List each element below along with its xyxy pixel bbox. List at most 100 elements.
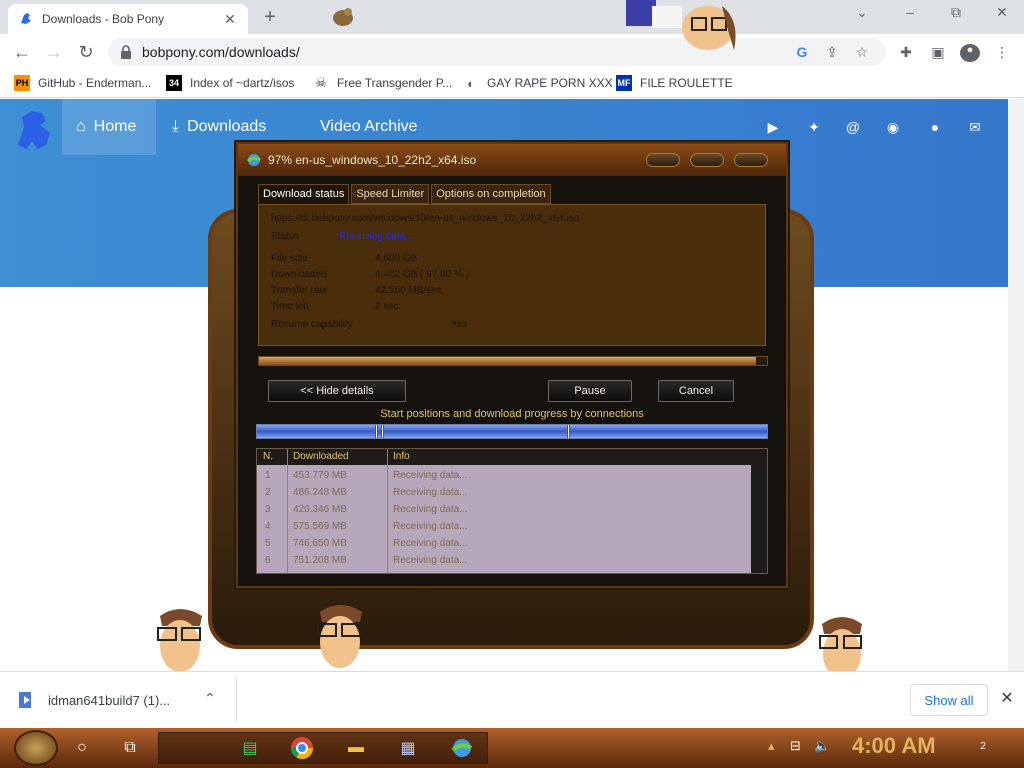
cell-n: 5 — [265, 538, 271, 549]
bobpony-favicon — [21, 13, 31, 24]
forward-arrow-icon[interactable]: → — [42, 40, 66, 64]
github-icon[interactable]: ● — [926, 119, 944, 135]
table-row[interactable]: 6 751.208 MB Receiving data... — [257, 552, 751, 569]
connections-table-scrollbar[interactable] — [751, 449, 767, 573]
table-row[interactable]: 4 575.569 MB Receiving data... — [257, 518, 751, 535]
network-icon[interactable]: ⊟ — [790, 738, 801, 754]
volume-icon[interactable]: 🔈 — [814, 738, 830, 754]
bookmark-index-dartz[interactable]: 34 Index of ~dartz/isos — [166, 75, 294, 91]
mastodon-icon[interactable]: @ — [844, 119, 862, 135]
home-icon: ⌂ — [76, 118, 86, 135]
share-icon[interactable]: ⇪ — [820, 44, 844, 61]
cell-n: 6 — [265, 555, 271, 566]
download-status-panel: https://dl.bobpony.com/windows/10/en-us_… — [258, 204, 766, 346]
download-item[interactable]: idman641build7 (1)... — [16, 690, 170, 710]
bobpony-logo-icon[interactable] — [12, 105, 60, 153]
column-n[interactable]: N. — [263, 451, 273, 462]
bookmark-label: FILE ROULETTE — [640, 76, 733, 90]
bookmarks-bar: PH GitHub - Enderman... 34 Index of ~dar… — [0, 70, 1024, 98]
control-panel-icon[interactable]: ▦ — [394, 734, 422, 762]
profile-avatar-icon[interactable]: ● — [960, 44, 980, 62]
start-button[interactable] — [14, 730, 58, 766]
address-bar[interactable]: bobpony.com/downloads/ G ⇪ ☆ — [108, 38, 886, 66]
page-scrollbar[interactable] — [1008, 99, 1024, 671]
table-row[interactable]: 5 746.650 MB Receiving data... — [257, 535, 751, 552]
bookmark-file-roulette[interactable]: MF FILE ROULETTE — [616, 75, 733, 91]
status-label: Status — [271, 231, 300, 242]
file-explorer-icon[interactable]: ▬ — [342, 734, 370, 762]
close-window-button[interactable]: ✕ — [988, 4, 1016, 21]
bookmark-gay-rape-porn[interactable]: ◐ GAY RAPE PORN XXX — [463, 75, 613, 91]
idm-maximize-button[interactable] — [690, 153, 724, 167]
transfer-rate-label: Transfer rate — [271, 285, 328, 296]
youtube-icon[interactable]: ▶ — [764, 119, 782, 135]
bookmark-label: Free Transgender P... — [337, 76, 453, 90]
side-panel-icon[interactable]: ▣ — [928, 44, 948, 62]
table-row[interactable]: 2 486.248 MB Receiving data... — [257, 484, 751, 501]
cancel-button[interactable]: Cancel — [658, 380, 734, 402]
resume-label: Resume capability — [271, 319, 353, 330]
connection-marker — [375, 425, 378, 438]
browser-tab[interactable]: Downloads - Bob Pony ✕ — [8, 4, 248, 34]
column-downloaded[interactable]: Downloaded — [293, 451, 349, 462]
steampunk-bird-icon — [333, 8, 353, 26]
restore-button[interactable]: ⧉ — [942, 4, 970, 21]
pause-button[interactable]: Pause — [548, 380, 632, 402]
tab-title: Downloads - Bob Pony — [42, 12, 165, 26]
bookmark-label: Index of ~dartz/isos — [190, 76, 295, 90]
bookmark-free-transgender[interactable]: ☠ Free Transgender P... — [313, 75, 452, 91]
bookmark-star-icon[interactable]: ☆ — [850, 44, 874, 61]
tab-close-icon[interactable]: ✕ — [222, 11, 238, 28]
new-tab-button[interactable]: + — [258, 6, 282, 29]
idm-taskbar-icon[interactable] — [448, 734, 476, 762]
cell-downloaded: 486.248 MB — [293, 487, 347, 498]
idm-close-button[interactable] — [734, 153, 768, 167]
discord-icon[interactable]: ◉ — [884, 119, 902, 135]
kebab-menu-icon[interactable]: ⋮ — [992, 44, 1012, 62]
shelf-divider — [236, 678, 237, 722]
cortana-circle-icon[interactable]: ○ — [68, 734, 96, 762]
pornhub-favicon-icon: PH — [14, 75, 30, 91]
mail-icon[interactable]: ✉ — [966, 119, 984, 135]
column-info[interactable]: Info — [393, 451, 410, 462]
minimize-button[interactable]: – — [896, 4, 924, 20]
reload-icon[interactable]: ↻ — [74, 40, 98, 64]
table-row[interactable]: 3 420.346 MB Receiving data... — [257, 501, 751, 518]
cell-info: Receiving data... — [393, 487, 468, 498]
idm-tabs: Download status Speed Limiter Options on… — [258, 184, 553, 204]
nav-home-link[interactable]: ⌂ Home — [62, 99, 156, 155]
extensions-puzzle-icon[interactable]: ✚ — [896, 44, 916, 62]
transfer-rate-row: Transfer rate 42.560 MB/sec — [271, 285, 442, 296]
hide-details-button[interactable]: << Hide details — [268, 380, 406, 402]
bookmark-github-enderman[interactable]: PH GitHub - Enderman... — [14, 75, 151, 91]
taskbar-clock[interactable]: 4:00 AM — [852, 733, 936, 759]
back-arrow-icon[interactable]: ← — [10, 40, 34, 64]
tab-search-icon[interactable]: ⌄ — [848, 4, 876, 21]
notes-app-icon[interactable]: ▤ — [236, 734, 264, 762]
cell-downloaded: 751.208 MB — [293, 555, 347, 566]
tray-chevron-icon[interactable]: ▴ — [768, 738, 775, 754]
tab-speed-limiter[interactable]: Speed Limiter — [351, 184, 430, 204]
table-row[interactable]: 1 453.779 MB Receiving data... — [257, 467, 751, 484]
notification-center-icon[interactable]: 2 — [972, 736, 994, 758]
chevron-up-icon[interactable]: ⌃ — [204, 690, 216, 707]
twitter-icon[interactable]: ✦ — [805, 119, 823, 135]
chrome-logo-icon — [291, 737, 313, 759]
download-progress-fill — [259, 357, 756, 365]
task-view-icon[interactable]: ⧉ — [116, 734, 144, 762]
status-row: Status Receiving data... — [271, 231, 414, 242]
download-progress-bar — [258, 356, 768, 366]
google-translate-icon[interactable]: G — [790, 44, 814, 60]
show-all-button[interactable]: Show all — [910, 684, 988, 716]
close-shelf-icon[interactable]: ✕ — [998, 688, 1016, 708]
cell-downloaded: 746.650 MB — [293, 538, 347, 549]
connections-caption: Start positions and download progress by… — [380, 408, 644, 420]
chrome-icon[interactable] — [288, 734, 316, 762]
downloaded-row: Downloaded 4.402 GB ( 97.80 % ) — [271, 269, 469, 280]
idm-title-bar[interactable]: 97% en-us_windows_10_22h2_x64.iso — [238, 144, 786, 176]
tab-options-on-completion[interactable]: Options on completion — [431, 184, 551, 204]
tab-download-status[interactable]: Download status — [258, 184, 350, 204]
cell-n: 1 — [265, 470, 271, 481]
cell-info: Receiving data... — [393, 538, 468, 549]
idm-minimize-button[interactable] — [646, 153, 680, 167]
